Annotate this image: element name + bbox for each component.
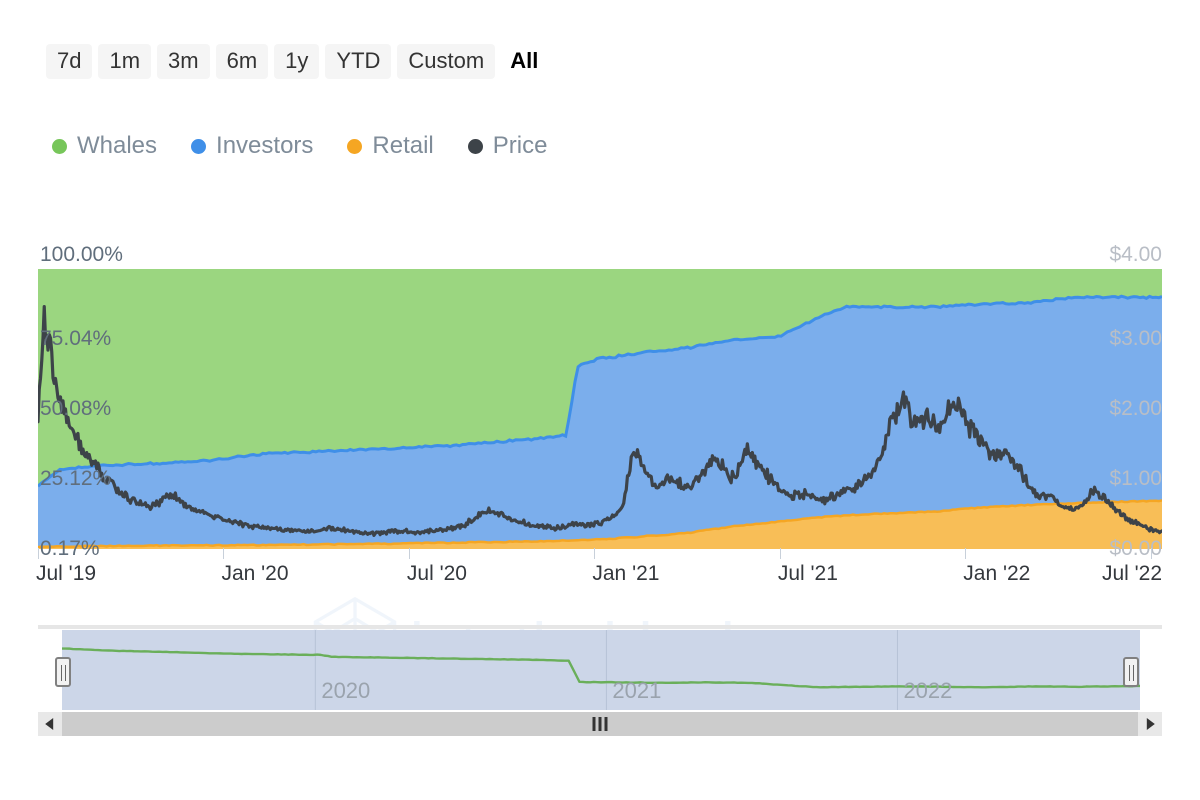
legend-item-retail[interactable]: Retail bbox=[347, 132, 434, 160]
chart-legend: Whales Investors Retail Price bbox=[52, 132, 581, 160]
legend-dot-investors bbox=[191, 138, 207, 154]
navigator-year-2022: 2022 bbox=[903, 678, 953, 703]
range-button-ytd[interactable]: YTD bbox=[325, 44, 392, 80]
y-left-tick-3: 75.04% bbox=[40, 327, 112, 350]
chart-page: 7d 1m 3m 6m 1y YTD Custom All Whales Inv… bbox=[0, 0, 1200, 800]
x-tick-mark-4 bbox=[779, 548, 781, 559]
y-right-tick-1: $1.00 bbox=[1109, 467, 1162, 490]
range-button-1m[interactable]: 1m bbox=[98, 44, 152, 80]
range-button-7d[interactable]: 7d bbox=[46, 44, 93, 80]
chevron-left-icon bbox=[45, 718, 54, 730]
x-tick-mark-6 bbox=[1150, 548, 1152, 559]
scroll-grip-icon bbox=[592, 717, 608, 731]
range-button-all[interactable]: All bbox=[501, 44, 547, 79]
y-right-tick-2: $2.00 bbox=[1109, 397, 1162, 420]
legend-item-investors[interactable]: Investors bbox=[191, 132, 313, 160]
chart-plot-area[interactable] bbox=[38, 269, 1162, 549]
x-tick-mark-1 bbox=[223, 548, 225, 559]
legend-label-investors: Investors bbox=[216, 132, 314, 159]
x-tick-label-2: Jul '20 bbox=[406, 562, 467, 585]
legend-dot-price bbox=[467, 138, 483, 154]
range-button-custom[interactable]: Custom bbox=[397, 44, 496, 80]
x-tick-mark-3 bbox=[594, 548, 596, 559]
legend-label-whales: Whales bbox=[77, 132, 158, 159]
x-axis: Jul '19 Jan '20 Jul '20 Jan '21 Jul '21 Jan '… bbox=[0, 548, 1200, 588]
x-tick-label-5: Jan '22 bbox=[963, 562, 1031, 585]
legend-dot-whales bbox=[52, 138, 67, 154]
chevron-right-icon bbox=[1146, 718, 1155, 730]
x-tick-mark-2 bbox=[408, 548, 410, 559]
legend-label-retail: Retail bbox=[372, 132, 434, 159]
x-tick-label-1: Jan '20 bbox=[221, 562, 289, 585]
x-tick-mark-0 bbox=[38, 548, 39, 559]
range-button-3m[interactable]: 3m bbox=[157, 44, 210, 80]
navigator-right-handle[interactable] bbox=[1123, 657, 1139, 687]
y-left-tick-2: 50.08% bbox=[40, 397, 112, 420]
y-left-tick-4: 100.00% bbox=[40, 243, 123, 266]
range-selector: 7d 1m 3m 6m 1y YTD Custom All bbox=[46, 44, 547, 80]
y-left-tick-1: 25.12% bbox=[40, 467, 112, 491]
legend-dot-retail bbox=[347, 138, 363, 154]
navigator-left-handle[interactable] bbox=[55, 657, 71, 687]
x-tick-label-0: Jul '19 bbox=[36, 562, 97, 585]
x-tick-label-6: Jul '22 bbox=[1101, 562, 1162, 585]
x-tick-label-4: Jul '21 bbox=[777, 562, 838, 585]
legend-item-whales[interactable]: Whales bbox=[52, 132, 157, 160]
navigator-year-2021: 2021 bbox=[612, 678, 662, 703]
legend-label-price: Price bbox=[492, 132, 548, 159]
main-chart[interactable]: intotheblock 0.17%25.12%50.08%75.04%100.… bbox=[0, 235, 1200, 694]
scroll-left-button[interactable] bbox=[38, 712, 62, 736]
y-right-tick-4: $4.00 bbox=[1109, 243, 1162, 266]
y-right-tick-3: $3.00 bbox=[1109, 327, 1162, 350]
chart-scrollbar[interactable] bbox=[38, 712, 1162, 736]
scroll-right-button[interactable] bbox=[1138, 712, 1162, 736]
range-button-1y[interactable]: 1y bbox=[274, 44, 320, 80]
scroll-track[interactable] bbox=[62, 712, 1138, 736]
navigator-year-2020: 2020 bbox=[321, 678, 371, 703]
x-tick-mark-5 bbox=[965, 548, 967, 559]
legend-item-price[interactable]: Price bbox=[467, 132, 548, 160]
x-tick-label-3: Jan '21 bbox=[592, 562, 660, 585]
range-button-6m[interactable]: 6m bbox=[215, 44, 269, 80]
